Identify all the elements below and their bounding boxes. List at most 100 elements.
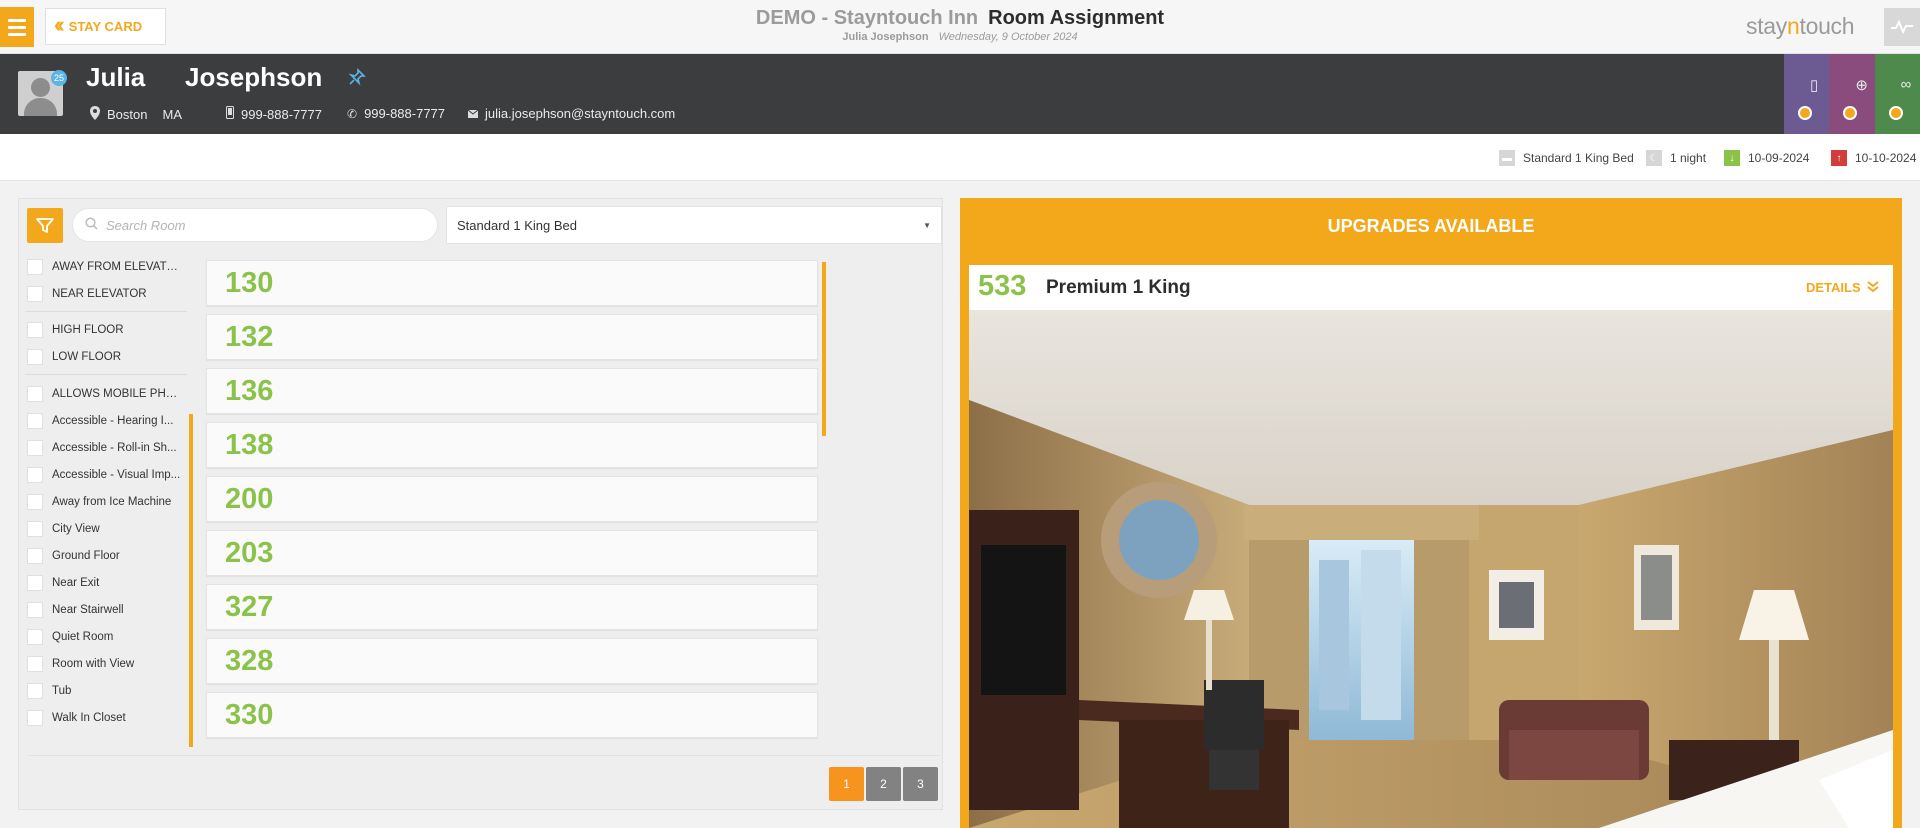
departure-icon: ↑ xyxy=(1831,150,1847,166)
room-row[interactable]: 132 xyxy=(206,314,818,360)
phone-icon: ✆ xyxy=(347,106,358,121)
side-tab-building[interactable]: ▯ xyxy=(1784,54,1830,134)
hotel-name: DEMO - Stayntouch Inn xyxy=(755,7,979,29)
upgrade-room-number: 533 xyxy=(978,270,1027,302)
filter-item[interactable]: Accessible - Hearing I... xyxy=(27,410,187,432)
guest-email[interactable]: julia.josephson@stayntouch.com xyxy=(467,106,675,121)
checkbox[interactable] xyxy=(27,710,43,726)
upgrade-room-photo xyxy=(969,310,1893,828)
filter-item[interactable]: Tub xyxy=(27,680,187,702)
header-date: Wednesday, 9 October 2024 xyxy=(938,31,1078,43)
filter-divider xyxy=(25,374,187,375)
reservation-summary: ▬ Standard 1 King Bed ☾ 1 night ↓ 10-09-… xyxy=(0,134,1920,181)
checkbox[interactable] xyxy=(27,286,43,302)
guest-side-tabs: ▯ ⊕ ∞ xyxy=(1784,54,1920,134)
bed-icon: ▬ xyxy=(1499,150,1515,166)
filter-item[interactable]: Walk In Closet xyxy=(27,707,187,729)
guest-state: MA xyxy=(162,107,182,122)
globe-icon: ⊕ xyxy=(1855,77,1868,94)
avatar-badge: 25 xyxy=(51,70,67,86)
pager-divider xyxy=(28,755,940,756)
double-chevron-down-icon xyxy=(1867,280,1879,295)
search-field[interactable] xyxy=(72,208,438,242)
guest-city: Boston xyxy=(107,107,148,122)
checkbox[interactable] xyxy=(27,548,43,564)
pulse-icon[interactable] xyxy=(1884,8,1920,46)
filter-item[interactable]: Room with View xyxy=(27,653,187,675)
filter-item[interactable]: Quiet Room xyxy=(27,626,187,648)
side-tab-globe[interactable]: ⊕ xyxy=(1829,54,1875,134)
page-title: Room Assignment xyxy=(988,7,1165,29)
checkbox[interactable] xyxy=(27,494,43,510)
upgrade-details-button[interactable]: DETAILS xyxy=(1806,280,1879,295)
location-icon xyxy=(90,106,100,123)
room-row[interactable]: 330 xyxy=(206,692,818,738)
filter-icon[interactable] xyxy=(27,208,63,243)
room-row[interactable]: 328 xyxy=(206,638,818,684)
header-guest-name: Julia Josephson xyxy=(842,31,929,43)
checkbox[interactable] xyxy=(27,386,43,402)
checkbox[interactable] xyxy=(27,656,43,672)
checkbox[interactable] xyxy=(27,413,43,429)
checkbox[interactable] xyxy=(27,575,43,591)
side-tab-circles[interactable]: ∞ xyxy=(1874,54,1920,134)
summary-room-type: ▬ Standard 1 King Bed xyxy=(1499,150,1634,166)
room-row[interactable]: 327 xyxy=(206,584,818,630)
checkbox[interactable] xyxy=(27,602,43,618)
arrival-icon: ↓ xyxy=(1724,150,1740,166)
room-row[interactable]: 138 xyxy=(206,422,818,468)
checkbox[interactable] xyxy=(27,521,43,537)
room-row[interactable]: 130 xyxy=(206,260,818,306)
stay-card-button[interactable]: ‹‹ STAY CARD xyxy=(45,8,166,45)
search-icon xyxy=(85,217,98,233)
top-bar: ‹‹ STAY CARD DEMO - Stayntouch Inn Room A… xyxy=(0,0,1920,54)
filter-item[interactable]: ALLOWS MOBILE PHO... xyxy=(27,383,187,405)
caret-down-icon: ▼ xyxy=(923,220,931,230)
guest-phone[interactable]: ✆ 999-888-7777 xyxy=(347,106,445,121)
search-input[interactable] xyxy=(106,217,406,233)
checkbox[interactable] xyxy=(27,349,43,365)
upgrade-room-name: Premium 1 King xyxy=(1046,277,1191,298)
filter-item[interactable]: Away from Ice Machine xyxy=(27,491,187,513)
checkbox[interactable] xyxy=(27,259,43,275)
checkbox[interactable] xyxy=(27,467,43,483)
moon-icon: ☾ xyxy=(1646,150,1662,166)
room-type-select[interactable]: Standard 1 King Bed ▼ xyxy=(446,206,942,244)
guest-mobile[interactable]: 999-888-7777 xyxy=(226,106,322,122)
guest-location: Boston MA xyxy=(90,106,182,123)
room-list-scrollbar[interactable] xyxy=(822,262,826,436)
filter-item[interactable]: Accessible - Visual Imp... xyxy=(27,464,187,486)
summary-departure: ↑ 10-10-2024 xyxy=(1831,150,1916,166)
filter-item[interactable]: NEAR ELEVATOR xyxy=(27,283,187,305)
filter-item[interactable]: Accessible - Roll-in Sh... xyxy=(27,437,187,459)
menu-icon[interactable] xyxy=(0,7,34,47)
checkbox[interactable] xyxy=(27,629,43,645)
checkbox[interactable] xyxy=(27,683,43,699)
filter-item[interactable]: City View xyxy=(27,518,187,540)
page-button-1[interactable]: 1 xyxy=(829,767,864,801)
checkbox[interactable] xyxy=(27,440,43,456)
filter-item[interactable]: AWAY FROM ELEVATOR xyxy=(27,256,187,278)
filter-item[interactable]: HIGH FLOOR xyxy=(27,319,187,341)
room-type-select-value: Standard 1 King Bed xyxy=(457,217,577,233)
building-icon: ▯ xyxy=(1810,77,1819,94)
page-button-2[interactable]: 2 xyxy=(866,767,901,801)
filter-item[interactable]: LOW FLOOR xyxy=(27,346,187,368)
guest-first-name: Julia xyxy=(86,62,146,92)
checkbox[interactable] xyxy=(27,322,43,338)
filter-item[interactable]: Near Stairwell xyxy=(27,599,187,621)
page-header: DEMO - Stayntouch Inn Room Assignment Jul… xyxy=(700,7,1220,43)
filter-scrollbar[interactable] xyxy=(189,414,193,747)
room-row[interactable]: 136 xyxy=(206,368,818,414)
filter-item[interactable]: Ground Floor xyxy=(27,545,187,567)
pin-icon[interactable] xyxy=(348,68,366,91)
stayntouch-logo: stayntouch xyxy=(1746,13,1855,39)
filter-item[interactable]: Near Exit xyxy=(27,572,187,594)
mobile-icon xyxy=(226,106,234,122)
page-button-3[interactable]: 3 xyxy=(903,767,938,801)
circles-icon: ∞ xyxy=(1900,76,1912,93)
double-chevron-left-icon: ‹‹ xyxy=(54,12,64,37)
room-row[interactable]: 203 xyxy=(206,530,818,576)
room-row[interactable]: 200 xyxy=(206,476,818,522)
summary-nights: ☾ 1 night xyxy=(1646,150,1706,166)
